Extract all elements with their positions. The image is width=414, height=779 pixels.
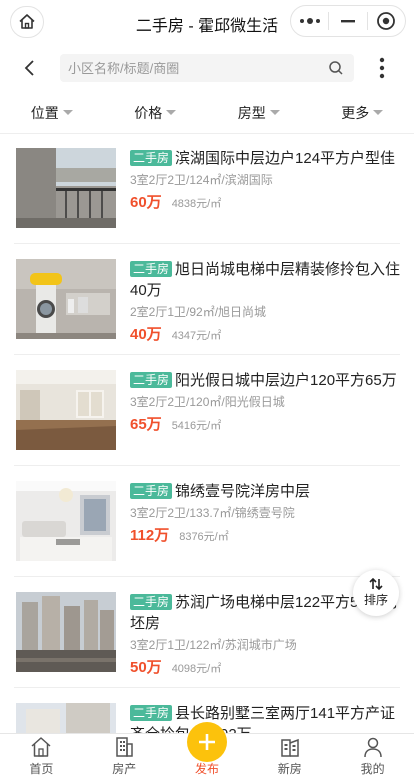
search-bar-row	[0, 44, 414, 92]
tab-publish[interactable]: 发布	[166, 722, 249, 779]
tab-home[interactable]: 首页	[0, 734, 83, 779]
listing-details: 3室2厅2卫/133.7㎡/锦绣壹号院	[130, 506, 295, 520]
listing-thumbnail	[16, 148, 116, 228]
listing-unit-price: 4098元/㎡	[171, 663, 222, 675]
bottom-tab-bar: 首页 房产 发布 新房 我的	[0, 722, 414, 779]
listing-price-row: 50万 4098元/㎡	[130, 656, 402, 677]
listing-price: 112万	[130, 527, 170, 544]
listing-price: 50万	[130, 659, 162, 676]
sort-button[interactable]: 排序	[353, 570, 399, 616]
tab-label: 首页	[29, 762, 54, 776]
filter-more[interactable]: 更多	[311, 92, 414, 133]
listing-info: 二手房 旭日尚城电梯中层精装修拎包入住40万 2室2厅1卫/92㎡/旭日尚城 40…	[130, 259, 402, 344]
listing-item[interactable]: 二手房 旭日尚城电梯中层精装修拎包入住40万 2室2厅1卫/92㎡/旭日尚城 40…	[14, 245, 400, 355]
listing-title: 二手房 阳光假日城中层边户120平方65万	[130, 370, 402, 391]
sort-label: 排序	[363, 593, 388, 607]
search-icon[interactable]	[328, 60, 344, 76]
minimize-icon	[340, 20, 355, 23]
listing-unit-price: 8376元/㎡	[179, 531, 229, 543]
vertical-dots-icon	[379, 57, 385, 79]
listing-details: 3室2厅1卫/122㎡/苏润城市广场	[130, 638, 297, 652]
search-input[interactable]	[60, 54, 310, 82]
sort-icon	[369, 578, 383, 590]
listing-details: 3室2厅2卫/124㎡/滨湖国际	[130, 173, 273, 187]
listing-info: 二手房 阳光假日城中层边户120平方65万 3室2厅2卫/120㎡/阳光假日城 6…	[130, 370, 402, 434]
listing-thumbnail	[16, 703, 116, 734]
listing-list: 二手房 滨湖国际中层边户124平方户型佳 3室2厅2卫/124㎡/滨湖国际 60万…	[0, 134, 414, 734]
publish-button[interactable]	[186, 722, 227, 762]
filter-label: 更多	[341, 104, 370, 121]
listing-unit-price: 4838元/㎡	[171, 198, 222, 210]
listing-price: 40万	[130, 326, 162, 343]
listing-title: 二手房 锦绣壹号院洋房中层	[130, 481, 402, 502]
listing-details: 2室2厅1卫/92㎡/旭日尚城	[130, 305, 267, 319]
filter-bar: 位置 价格 房型 更多	[0, 92, 414, 134]
tab-mine[interactable]: 我的	[331, 734, 414, 779]
tab-label: 发布	[194, 762, 219, 776]
new-house-icon	[281, 738, 299, 757]
mini-program-capsule	[290, 5, 406, 37]
filter-label: 价格	[134, 104, 163, 121]
listing-price-row: 112万 8376元/㎡	[130, 524, 402, 545]
listing-unit-price: 5416元/㎡	[171, 420, 222, 432]
listing-price: 65万	[130, 416, 162, 433]
tab-label: 我的	[360, 762, 385, 776]
building-icon	[116, 737, 133, 757]
listing-tag: 二手房	[130, 705, 173, 721]
tab-label: 房产	[112, 762, 137, 776]
caret-down-icon	[166, 110, 177, 115]
chevron-left-icon	[24, 60, 34, 76]
filter-label: 房型	[237, 104, 266, 121]
listing-title: 二手房 旭日尚城电梯中层精装修拎包入住40万	[130, 261, 401, 299]
listing-tag: 二手房	[130, 372, 173, 388]
caret-down-icon	[269, 110, 280, 115]
listing-title: 二手房 滨湖国际中层边户124平方户型佳	[130, 148, 402, 169]
capsule-menu-button[interactable]	[291, 6, 328, 36]
listing-price: 60万	[130, 194, 162, 211]
tab-new-house[interactable]: 新房	[248, 734, 331, 779]
listing-title: 二手房县长路别墅三室两厅141平方产证齐全拎包入住92万	[130, 703, 402, 734]
listing-item[interactable]: 二手房 苏润广场电梯中层122平方54万毛坯房 3室2厅1卫/122㎡/苏润城市广…	[14, 578, 400, 688]
listing-tag: 二手房	[130, 150, 173, 166]
filter-location[interactable]: 位置	[0, 92, 104, 133]
listing-thumbnail	[16, 259, 116, 339]
listing-unit-price: 4347元/㎡	[171, 330, 222, 342]
listing-price-row: 65万 5416元/㎡	[130, 413, 402, 434]
listing-tag: 二手房	[130, 594, 173, 610]
tab-property[interactable]: 房产	[83, 734, 166, 779]
capsule-close-button[interactable]	[368, 6, 405, 36]
home-icon	[31, 737, 51, 757]
listing-thumbnail	[16, 592, 116, 672]
filter-label: 位置	[30, 104, 59, 121]
listing-info: 二手房 滨湖国际中层边户124平方户型佳 3室2厅2卫/124㎡/滨湖国际 60万…	[130, 148, 402, 212]
listing-item[interactable]: 二手房 锦绣壹号院洋房中层 3室2厅2卫/133.7㎡/锦绣壹号院 112万 83…	[14, 467, 400, 577]
listing-thumbnail	[16, 370, 116, 450]
filter-price[interactable]: 价格	[104, 92, 208, 133]
listing-thumbnail	[16, 481, 116, 561]
listing-price-row: 60万 4838元/㎡	[130, 191, 402, 212]
plus-icon	[198, 734, 215, 750]
close-circle-icon	[377, 12, 396, 30]
filter-layout[interactable]: 房型	[207, 92, 311, 133]
caret-down-icon	[62, 110, 73, 115]
search-box	[60, 54, 354, 82]
listing-item[interactable]: 二手房 阳光假日城中层边户120平方65万 3室2厅2卫/120㎡/阳光假日城 6…	[14, 356, 400, 466]
listing-tag: 二手房	[130, 261, 173, 277]
listing-price-row: 40万 4347元/㎡	[130, 323, 402, 344]
tab-label: 新房	[277, 762, 302, 776]
listing-info: 二手房县长路别墅三室两厅141平方产证齐全拎包入住92万	[130, 703, 402, 734]
listing-item[interactable]: 二手房 滨湖国际中层边户124平方户型佳 3室2厅2卫/124㎡/滨湖国际 60万…	[14, 134, 400, 244]
listing-info: 二手房 锦绣壹号院洋房中层 3室2厅2卫/133.7㎡/锦绣壹号院 112万 83…	[130, 481, 402, 545]
app-bar: 二手房 - 霍邱微生活	[0, 0, 414, 44]
caret-down-icon	[373, 110, 384, 115]
back-button[interactable]	[18, 56, 42, 80]
capsule-minimize-button[interactable]	[329, 6, 366, 36]
dots-icon	[299, 18, 320, 24]
user-icon	[363, 737, 382, 758]
listing-tag: 二手房	[130, 483, 173, 499]
listing-details: 3室2厅2卫/120㎡/阳光假日城	[130, 395, 285, 409]
more-options-button[interactable]	[370, 56, 394, 80]
